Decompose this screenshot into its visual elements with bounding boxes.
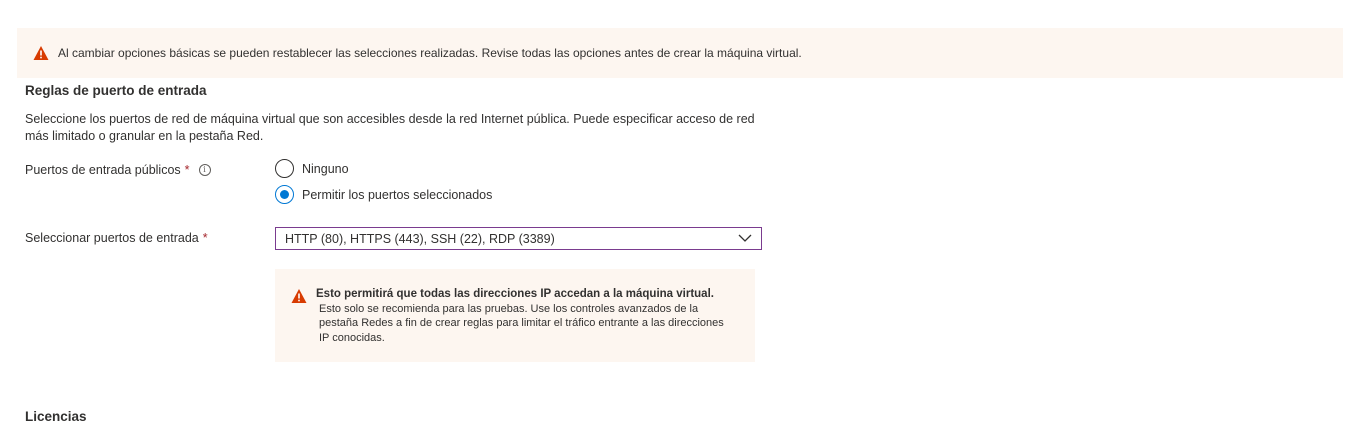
ports-warning-message: Esto permitirá que todas las direcciones… bbox=[275, 269, 755, 362]
warning-icon bbox=[33, 46, 49, 60]
section-title-licenses: Licencias bbox=[25, 409, 87, 424]
inbound-ports-dropdown-value: HTTP (80), HTTPS (443), SSH (22), RDP (3… bbox=[285, 231, 555, 246]
radio-option-allow-selected[interactable]: Permitir los puertos seleccionados bbox=[275, 185, 492, 204]
ports-warning-body: Esto solo se recomienda para las pruebas… bbox=[319, 302, 724, 344]
required-marker: * bbox=[202, 231, 208, 245]
vm-create-page: Al cambiar opciones básicas se pueden re… bbox=[0, 0, 1347, 440]
chevron-down-icon bbox=[738, 234, 752, 242]
section-description: Seleccione los puertos de red de máquina… bbox=[25, 112, 755, 143]
radio-label-none: Ninguno bbox=[302, 161, 349, 176]
public-ports-label: Puertos de entrada públicos * i bbox=[25, 163, 211, 177]
radio-label-allow-selected: Permitir los puertos seleccionados bbox=[302, 187, 493, 202]
required-marker: * bbox=[184, 163, 190, 177]
warning-banner: Al cambiar opciones básicas se pueden re… bbox=[17, 28, 1343, 78]
warning-banner-text: Al cambiar opciones básicas se pueden re… bbox=[58, 46, 802, 60]
warning-icon bbox=[291, 289, 307, 303]
radio-button-allow-selected[interactable] bbox=[275, 185, 294, 204]
inbound-ports-dropdown[interactable]: HTTP (80), HTTPS (443), SSH (22), RDP (3… bbox=[275, 227, 762, 250]
public-ports-label-text: Puertos de entrada públicos bbox=[25, 163, 181, 177]
ports-warning-title: Esto permitirá que todas las direcciones… bbox=[316, 288, 714, 300]
radio-option-none[interactable]: Ninguno bbox=[275, 159, 349, 178]
ports-warning-text: Esto permitirá que todas las direcciones… bbox=[316, 287, 736, 362]
select-ports-label: Seleccionar puertos de entrada * bbox=[25, 231, 208, 245]
section-title-inbound-rules: Reglas de puerto de entrada bbox=[25, 83, 207, 98]
info-icon[interactable]: i bbox=[198, 164, 211, 176]
select-ports-label-text: Seleccionar puertos de entrada bbox=[25, 231, 199, 245]
radio-button-none[interactable] bbox=[275, 159, 294, 178]
